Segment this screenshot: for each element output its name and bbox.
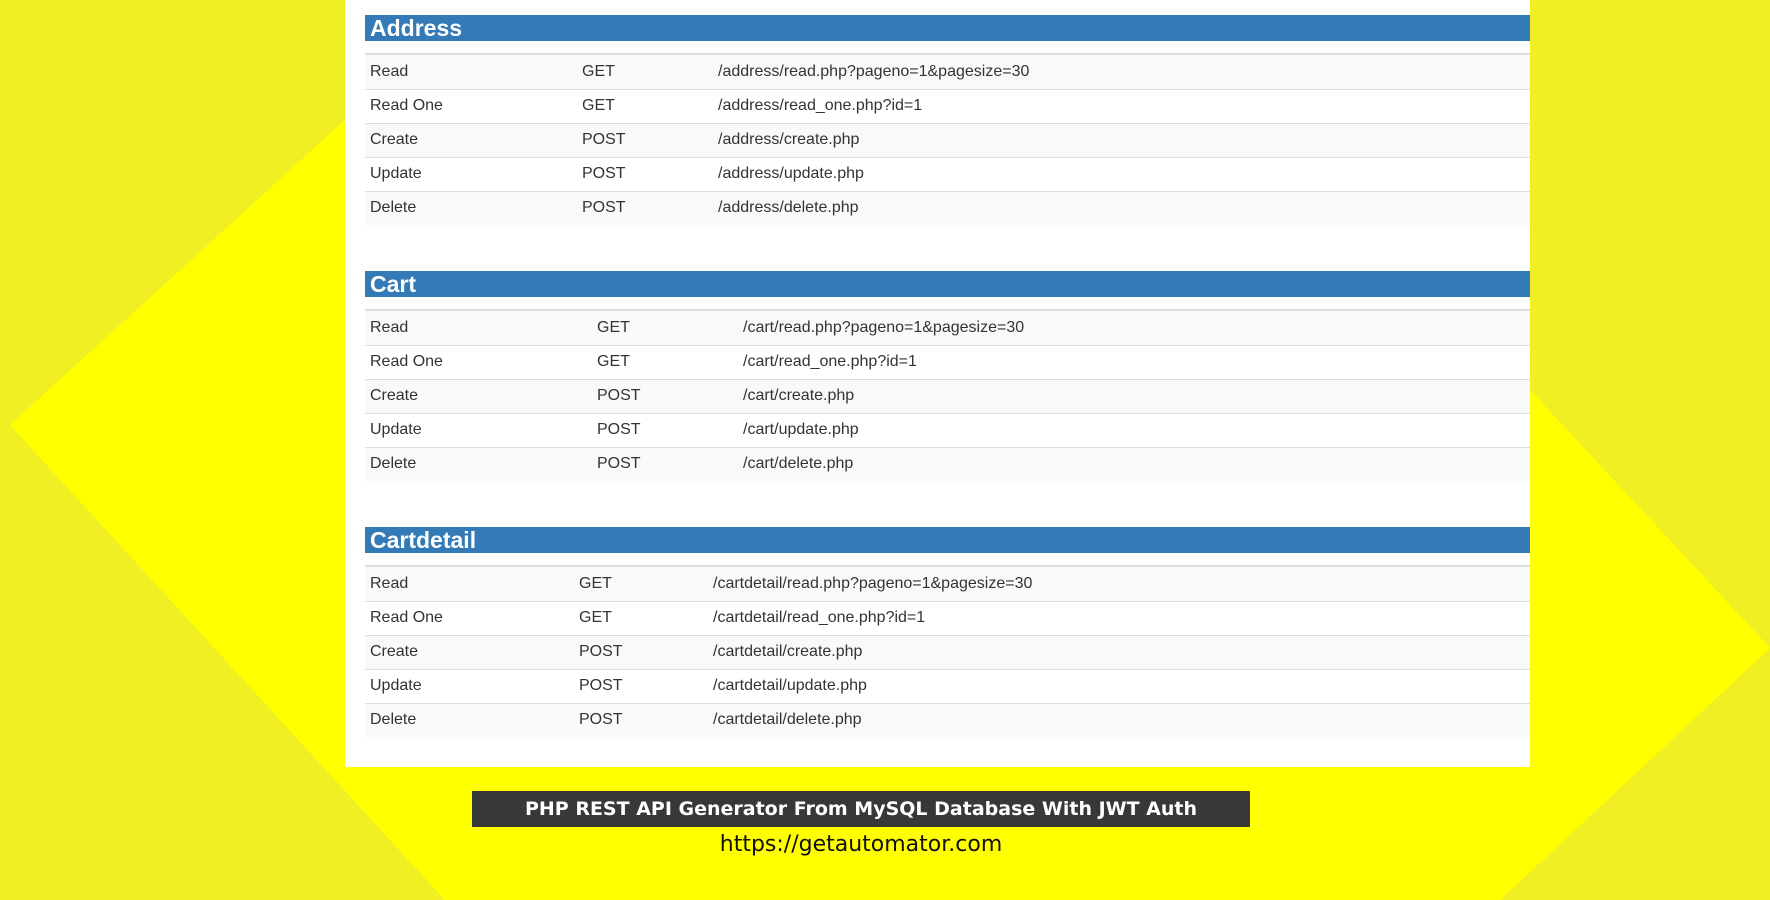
method-cell: POST [577, 190, 713, 225]
section-divider [365, 297, 1530, 311]
section-title: Cartdetail [365, 527, 1530, 553]
endpoint-cell: /cartdetail/delete.php [708, 702, 1530, 737]
method-cell: POST [592, 412, 738, 447]
action-cell: Read [370, 318, 409, 336]
endpoint-cell: /cart/read_one.php?id=1 [738, 344, 1530, 379]
endpoint-cell: /cart/read.php?pageno=1&pagesize=30 [743, 318, 1025, 336]
method-cell: POST [592, 446, 738, 481]
section-divider [365, 41, 1530, 55]
endpoint-cell: /cart/create.php [738, 378, 1530, 413]
method-cell: POST [577, 156, 713, 191]
site-url: https://getautomator.com [719, 832, 1003, 857]
method-cell: POST [592, 378, 738, 413]
endpoint-cell: /address/delete.php [713, 190, 1530, 225]
method-cell: POST [577, 122, 713, 157]
section-cart: Cart Read GET /cart/read.php?pageno=1&pa… [365, 271, 1530, 481]
method-cell: GET [582, 62, 615, 80]
table-row: Read GET /cartdetail/read.php?pageno=1&p… [365, 567, 1530, 601]
endpoint-cell: /cart/delete.php [738, 446, 1530, 481]
section-address: Address Read GET /address/read.php?pagen… [365, 15, 1530, 225]
endpoint-cell: /cart/update.php [738, 412, 1530, 447]
action-cell: Update [365, 668, 574, 703]
action-cell: Read One [365, 88, 577, 123]
section-divider [365, 553, 1530, 567]
method-cell: POST [574, 668, 708, 703]
table-row: Create POST /cartdetail/create.php [365, 634, 1530, 669]
section-cartdetail: Cartdetail Read GET /cartdetail/read.php… [365, 527, 1530, 737]
action-cell: Create [365, 122, 577, 157]
action-cell: Delete [365, 446, 592, 481]
endpoint-cell: /address/update.php [713, 156, 1530, 191]
action-cell: Delete [365, 190, 577, 225]
endpoint-cell: /cartdetail/update.php [708, 668, 1530, 703]
action-cell: Update [365, 156, 577, 191]
method-cell: GET [579, 574, 612, 592]
section-title: Address [365, 15, 1530, 41]
table-row: Update POST /cartdetail/update.php [365, 668, 1530, 703]
table-row: Read GET /cart/read.php?pageno=1&pagesiz… [365, 311, 1530, 345]
table-row: Create POST /address/create.php [365, 122, 1530, 157]
endpoint-cell: /cartdetail/read_one.php?id=1 [708, 600, 1530, 635]
action-cell: Update [365, 412, 592, 447]
method-cell: POST [574, 702, 708, 737]
endpoint-cell: /address/read_one.php?id=1 [713, 88, 1530, 123]
method-cell: GET [592, 344, 738, 379]
action-cell: Read [370, 574, 409, 592]
promo-banner: PHP REST API Generator From MySQL Databa… [472, 791, 1250, 827]
action-cell: Create [365, 378, 592, 413]
table-row: Read One GET /cart/read_one.php?id=1 [365, 344, 1530, 379]
table-row: Create POST /cart/create.php [365, 378, 1530, 413]
table-row: Read One GET /address/read_one.php?id=1 [365, 88, 1530, 123]
table-row: Delete POST /cart/delete.php [365, 446, 1530, 481]
table-row: Read GET /address/read.php?pageno=1&page… [365, 55, 1530, 89]
table-row: Update POST /cart/update.php [365, 412, 1530, 447]
table-row: Update POST /address/update.php [365, 156, 1530, 191]
method-cell: GET [597, 318, 630, 336]
endpoint-cell: /cartdetail/create.php [708, 634, 1530, 669]
method-cell: GET [574, 600, 708, 635]
action-cell: Read One [365, 344, 592, 379]
action-cell: Create [365, 634, 574, 669]
endpoints-table: Read GET /cart/read.php?pageno=1&pagesiz… [365, 311, 1530, 481]
endpoints-table: Read GET /address/read.php?pageno=1&page… [365, 55, 1530, 225]
section-title: Cart [365, 271, 1530, 297]
endpoint-cell: /address/read.php?pageno=1&pagesize=30 [718, 62, 1030, 80]
action-cell: Delete [365, 702, 574, 737]
api-endpoints-panel: Address Read GET /address/read.php?pagen… [345, 0, 1530, 767]
table-row: Read One GET /cartdetail/read_one.php?id… [365, 600, 1530, 635]
method-cell: POST [574, 634, 708, 669]
method-cell: GET [577, 88, 713, 123]
endpoints-table: Read GET /cartdetail/read.php?pageno=1&p… [365, 567, 1530, 737]
endpoint-cell: /cartdetail/read.php?pageno=1&pagesize=3… [713, 574, 1033, 592]
endpoint-cell: /address/create.php [713, 122, 1530, 157]
table-row: Delete POST /cartdetail/delete.php [365, 702, 1530, 737]
action-cell: Read One [365, 600, 574, 635]
action-cell: Read [370, 62, 409, 80]
table-row: Delete POST /address/delete.php [365, 190, 1530, 225]
